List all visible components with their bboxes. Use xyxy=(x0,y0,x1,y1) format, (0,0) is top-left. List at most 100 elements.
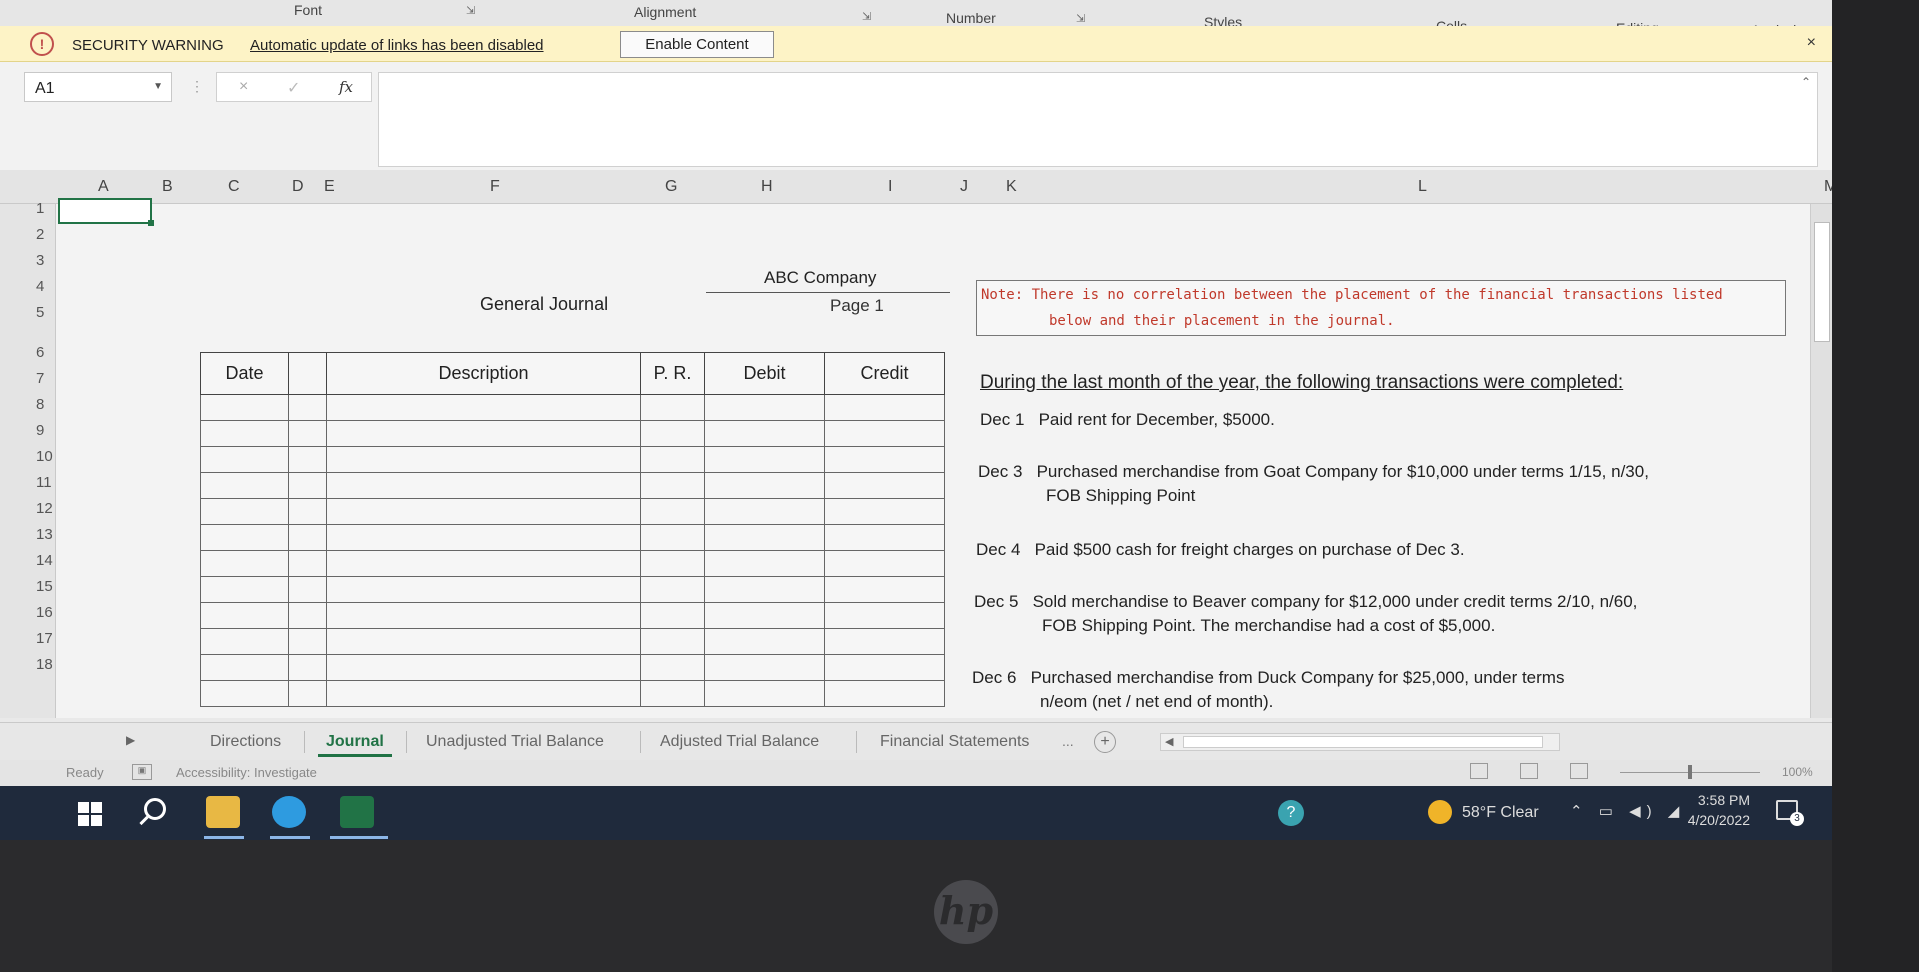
header-debit[interactable]: Debit xyxy=(704,352,825,395)
table-cell[interactable] xyxy=(640,576,705,603)
table-cell[interactable] xyxy=(824,680,945,707)
row-header[interactable]: 12 xyxy=(36,500,53,517)
table-cell[interactable] xyxy=(704,602,825,629)
table-cell[interactable] xyxy=(288,472,327,499)
table-cell[interactable] xyxy=(200,420,289,447)
scrollbar-thumb[interactable] xyxy=(1814,222,1830,342)
column-header[interactable]: D xyxy=(292,178,304,196)
table-cell[interactable] xyxy=(824,602,945,629)
tab-journal[interactable]: Journal xyxy=(318,733,392,757)
table-cell[interactable] xyxy=(326,550,641,577)
table-cell[interactable] xyxy=(326,654,641,681)
ribbon-group-alignment[interactable]: Alignment xyxy=(634,4,696,20)
table-cell[interactable] xyxy=(640,472,705,499)
table-cell[interactable] xyxy=(200,680,289,707)
table-cell[interactable] xyxy=(640,550,705,577)
table-cell[interactable] xyxy=(824,420,945,447)
table-cell[interactable] xyxy=(640,654,705,681)
table-cell[interactable] xyxy=(200,394,289,421)
ribbon-group-font[interactable]: Font xyxy=(294,2,322,18)
chevron-down-icon[interactable]: ▼ xyxy=(153,81,163,92)
table-cell[interactable] xyxy=(640,394,705,421)
table-cell[interactable] xyxy=(824,498,945,525)
vertical-scrollbar[interactable] xyxy=(1810,204,1832,718)
normal-view-icon[interactable] xyxy=(1470,763,1488,779)
horizontal-scrollbar[interactable]: ◀ xyxy=(1160,733,1560,751)
table-cell[interactable] xyxy=(824,550,945,577)
table-cell[interactable] xyxy=(824,654,945,681)
table-cell[interactable] xyxy=(326,628,641,655)
table-cell[interactable] xyxy=(704,680,825,707)
column-header[interactable]: K xyxy=(1006,178,1017,196)
row-header[interactable]: 10 xyxy=(36,448,53,465)
row-header[interactable]: 1 xyxy=(36,200,44,217)
column-header[interactable]: G xyxy=(665,178,677,196)
table-cell[interactable] xyxy=(326,446,641,473)
column-header[interactable]: F xyxy=(490,178,500,196)
table-cell[interactable] xyxy=(704,524,825,551)
table-cell[interactable] xyxy=(704,498,825,525)
column-header[interactable]: C xyxy=(228,178,240,196)
table-cell[interactable] xyxy=(326,498,641,525)
table-cell[interactable] xyxy=(200,498,289,525)
row-header[interactable]: 3 xyxy=(36,252,44,269)
new-sheet-button[interactable]: + xyxy=(1094,731,1116,753)
table-cell[interactable] xyxy=(288,576,327,603)
formula-input[interactable]: ⌃ xyxy=(378,72,1818,167)
table-cell[interactable] xyxy=(200,472,289,499)
column-header[interactable]: E xyxy=(324,178,335,196)
header-date[interactable]: Date xyxy=(200,352,289,395)
table-cell[interactable] xyxy=(326,680,641,707)
table-cell[interactable] xyxy=(200,550,289,577)
help-icon[interactable]: ? xyxy=(1278,800,1304,826)
column-header[interactable]: M xyxy=(1824,178,1832,196)
more-tabs[interactable]: ... xyxy=(1062,733,1074,749)
row-header[interactable]: 2 xyxy=(36,226,44,243)
table-cell[interactable] xyxy=(640,524,705,551)
table-cell[interactable] xyxy=(200,628,289,655)
header-pr[interactable]: P. R. xyxy=(640,352,705,395)
table-cell[interactable] xyxy=(704,576,825,603)
macro-record-icon[interactable]: ▣ xyxy=(132,764,152,780)
row-header[interactable]: 4 xyxy=(36,278,44,295)
table-cell[interactable] xyxy=(704,472,825,499)
row-header[interactable]: 7 xyxy=(36,370,44,387)
table-cell[interactable] xyxy=(704,446,825,473)
table-cell[interactable] xyxy=(704,628,825,655)
weather-moon-icon[interactable] xyxy=(1428,800,1452,824)
security-warning-message[interactable]: Automatic update of links has been disab… xyxy=(250,37,544,54)
table-cell[interactable] xyxy=(704,550,825,577)
table-cell[interactable] xyxy=(326,472,641,499)
table-cell[interactable] xyxy=(288,628,327,655)
row-header[interactable]: 9 xyxy=(36,422,44,439)
table-cell[interactable] xyxy=(704,420,825,447)
column-header[interactable]: J xyxy=(960,178,968,196)
column-header[interactable]: A xyxy=(98,178,109,196)
row-header[interactable]: 15 xyxy=(36,578,53,595)
page-break-view-icon[interactable] xyxy=(1570,763,1588,779)
table-cell[interactable] xyxy=(640,628,705,655)
column-header[interactable]: I xyxy=(888,178,892,196)
table-cell[interactable] xyxy=(640,446,705,473)
name-box[interactable]: A1 ▼ xyxy=(24,72,172,102)
table-cell[interactable] xyxy=(200,446,289,473)
tab-directions[interactable]: Directions xyxy=(210,733,281,751)
table-cell[interactable] xyxy=(288,394,327,421)
table-cell[interactable] xyxy=(704,654,825,681)
enable-content-button[interactable]: Enable Content xyxy=(620,31,774,58)
row-header[interactable]: 18 xyxy=(36,656,53,673)
table-cell[interactable] xyxy=(824,446,945,473)
clock-date[interactable]: 4/20/2022 xyxy=(1680,812,1750,828)
formula-bar-grip-icon[interactable]: ⋮ xyxy=(190,78,204,95)
active-cell-a1[interactable] xyxy=(58,198,154,226)
weather-status[interactable]: 58°F Clear xyxy=(1462,804,1539,822)
header-credit[interactable]: Credit xyxy=(824,352,945,395)
number-launcher-icon[interactable]: ⇲ xyxy=(1076,12,1085,25)
enter-icon[interactable]: ✓ xyxy=(287,78,300,98)
windows-start-icon[interactable] xyxy=(78,802,102,826)
font-launcher-icon[interactable]: ⇲ xyxy=(466,4,475,17)
cancel-icon[interactable]: × xyxy=(239,78,248,96)
scroll-left-icon[interactable]: ◀ xyxy=(1165,735,1173,748)
table-cell[interactable] xyxy=(824,394,945,421)
excel-app-icon[interactable] xyxy=(340,796,374,828)
